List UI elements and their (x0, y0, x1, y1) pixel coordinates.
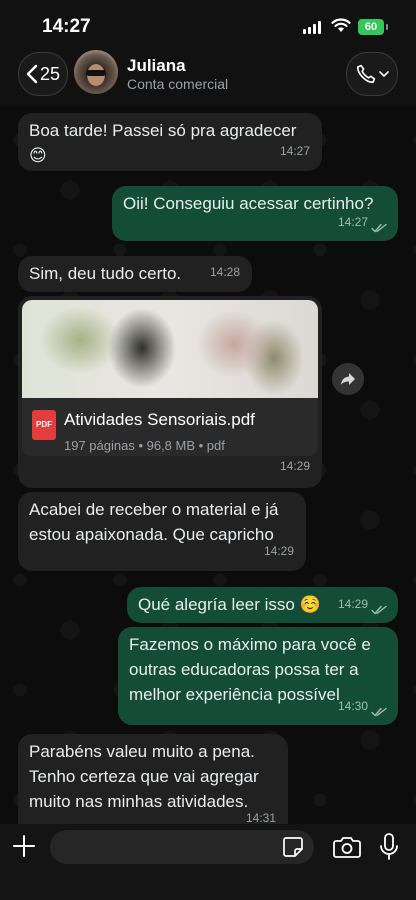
sticker-icon[interactable] (282, 836, 304, 858)
avatar-glasses (86, 70, 106, 76)
battery-icon: 60 (358, 19, 384, 35)
document-preview[interactable] (22, 300, 318, 398)
message-text: Qué alegría leer isso ☺️ (138, 595, 321, 614)
document-meta: 197 páginas • 96,8 MB • pdf (64, 438, 225, 453)
message-text: muito nas minhas atividades. (29, 792, 249, 811)
message-time: 14:27 (337, 215, 368, 229)
message-text: Tenho certeza que vai agregar (29, 767, 259, 786)
pdf-icon: PDF (32, 410, 56, 440)
status-bar: 14:27 60 (0, 0, 416, 50)
battery-tip (386, 24, 388, 30)
message-text: Acabei de receber o material e já (29, 500, 279, 519)
document-name: Atividades Sensoriais.pdf (64, 410, 255, 429)
back-chevron-icon (26, 64, 38, 84)
contact-subtitle: Conta comercial (127, 76, 229, 92)
message-incoming[interactable]: Parabéns valeu muito a pena. Tenho certe… (18, 734, 288, 838)
message-outgoing[interactable]: Qué alegría leer isso ☺️ 14:29 (127, 587, 398, 623)
forward-icon (341, 373, 355, 385)
back-button[interactable]: 25 (18, 52, 68, 96)
plus-icon[interactable] (12, 834, 36, 858)
message-time: 14:29 (337, 597, 368, 611)
message-incoming[interactable]: Sim, deu tudo certo. 14:28 (18, 256, 252, 292)
message-text: Oii! Conseguiu acessar certinho? (123, 194, 374, 213)
message-input[interactable] (50, 830, 314, 864)
message-text: outras educadoras possa ter a (129, 660, 359, 679)
signal-icon (303, 21, 323, 34)
status-time: 14:27 (42, 16, 91, 37)
wifi-icon (331, 18, 351, 32)
message-text: Fazemos o máximo para você e (129, 635, 371, 654)
camera-icon[interactable] (333, 835, 361, 859)
message-time: 14:28 (209, 265, 240, 279)
message-document[interactable]: PDF Atividades Sensoriais.pdf 197 página… (18, 296, 322, 488)
double-check-icon (371, 223, 387, 233)
message-text: melhor experiência possível (129, 685, 340, 704)
avatar[interactable] (74, 50, 118, 94)
unread-count: 25 (39, 63, 61, 84)
contact-name[interactable]: Juliana (127, 56, 186, 76)
message-text: Boa tarde! Passei só pra agradecer (29, 121, 297, 140)
message-time: 14:29 (279, 459, 310, 473)
call-button[interactable] (346, 52, 398, 96)
chevron-down-icon (379, 71, 389, 78)
message-outgoing[interactable]: Oii! Conseguiu acessar certinho? 14:27 (112, 186, 398, 241)
message-time: 14:30 (337, 699, 368, 713)
message-text: Sim, deu tudo certo. (29, 264, 182, 283)
document-info[interactable]: PDF Atividades Sensoriais.pdf 197 página… (22, 398, 318, 456)
double-check-icon (371, 605, 387, 615)
message-outgoing[interactable]: Fazemos o máximo para você e outras educ… (118, 627, 398, 725)
input-bar (0, 824, 416, 900)
message-time: 14:29 (263, 544, 294, 558)
chat-header: 25 Juliana Conta comercial (0, 50, 416, 106)
message-incoming[interactable]: Acabei de receber o material e já estou … (18, 492, 306, 571)
double-check-icon (371, 707, 387, 717)
phone-icon (356, 64, 376, 84)
message-incoming[interactable]: Boa tarde! Passei só pra agradecer 😊 14:… (18, 113, 322, 171)
battery-level: 60 (364, 21, 378, 33)
message-text: estou apaixonada. Que capricho (29, 525, 274, 544)
message-text: Parabéns valeu muito a pena. (29, 742, 255, 761)
mic-icon[interactable] (379, 833, 399, 861)
message-time: 14:27 (279, 144, 310, 158)
forward-button[interactable] (332, 363, 364, 395)
message-emoji: 😊 (29, 146, 47, 165)
